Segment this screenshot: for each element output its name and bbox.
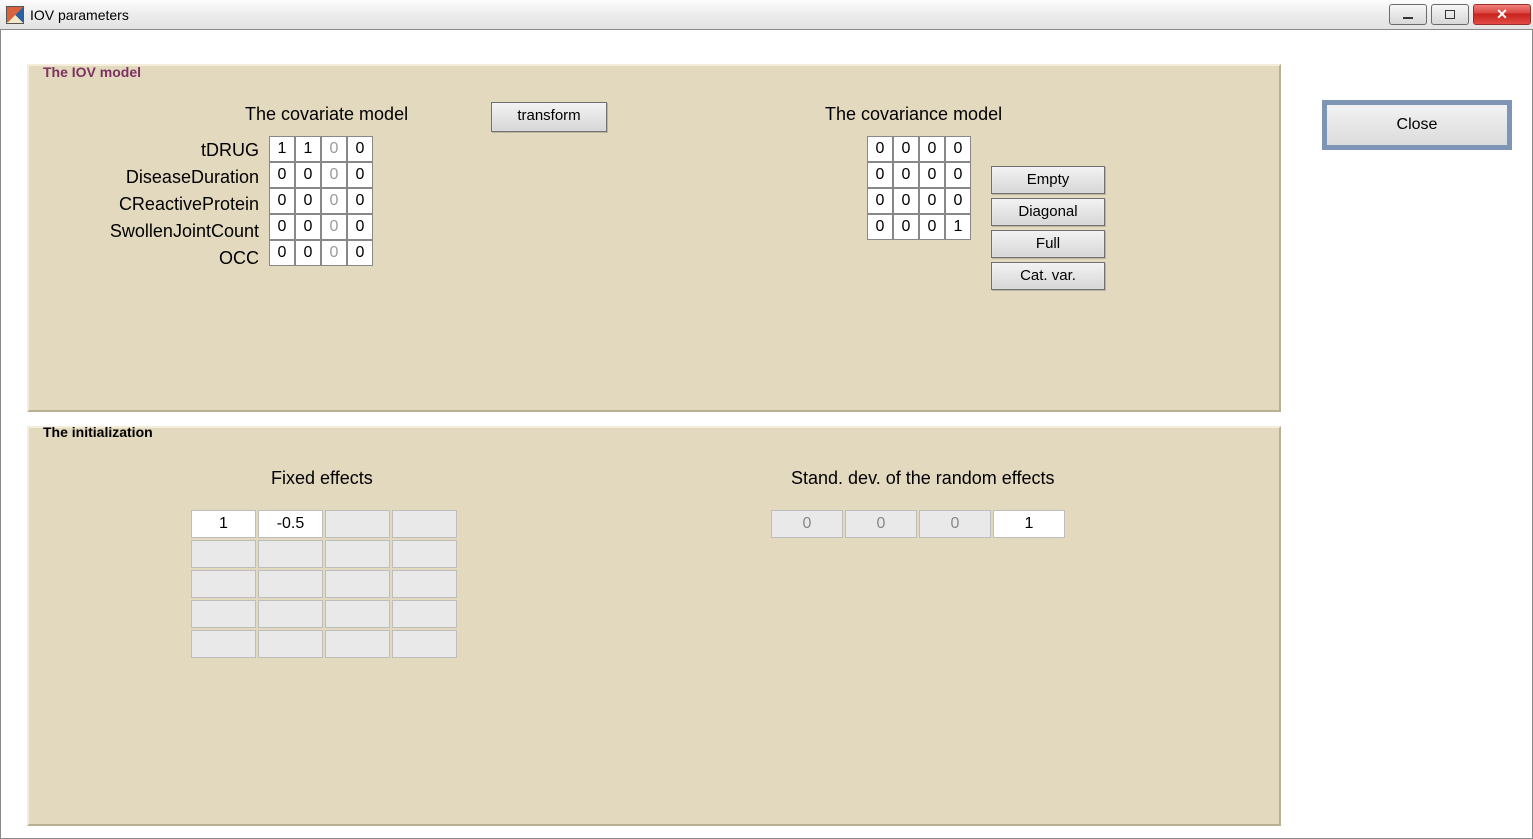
window-close-button[interactable]: ✕ [1473, 4, 1531, 25]
cov-cell[interactable]: 0 [321, 136, 347, 162]
covr-cell[interactable]: 0 [945, 162, 971, 188]
close-button[interactable]: Close [1322, 100, 1512, 150]
fe-cell[interactable] [392, 630, 457, 658]
fe-cell[interactable] [191, 570, 256, 598]
fe-cell[interactable] [325, 510, 390, 538]
covariance-heading: The covariance model [825, 104, 1002, 125]
cov-cell[interactable]: 0 [295, 240, 321, 266]
fe-cell[interactable] [392, 600, 457, 628]
cov-cell[interactable]: 0 [347, 214, 373, 240]
cov-row-label: CReactiveProtein [39, 194, 259, 215]
title-bar: IOV parameters ✕ [0, 0, 1533, 30]
fe-cell[interactable]: -0.5 [258, 510, 323, 538]
cov-cell[interactable]: 0 [347, 162, 373, 188]
covr-cell[interactable]: 0 [919, 162, 945, 188]
fe-cell[interactable] [191, 630, 256, 658]
initialization-frame: The initialization Fixed effects Stand. … [27, 426, 1281, 826]
covariate-heading: The covariate model [245, 104, 408, 125]
cov-cell[interactable]: 1 [269, 136, 295, 162]
fe-cell[interactable] [325, 570, 390, 598]
initialization-frame-title: The initialization [41, 424, 155, 440]
cov-cell[interactable]: 0 [321, 162, 347, 188]
covariate-grid[interactable]: 1 1 0 0 0 0 0 0 0 0 0 0 0 0 0 0 [269, 136, 373, 266]
sd-random-row[interactable]: 0 0 0 1 [769, 508, 1067, 540]
covr-cell[interactable]: 0 [867, 136, 893, 162]
maximize-button[interactable] [1431, 4, 1469, 25]
covr-cell[interactable]: 0 [945, 188, 971, 214]
covr-cell[interactable]: 0 [867, 188, 893, 214]
fe-cell[interactable] [325, 630, 390, 658]
fixed-effects-heading: Fixed effects [271, 468, 373, 489]
cat-var-button[interactable]: Cat. var. [991, 262, 1105, 290]
fe-cell[interactable] [392, 570, 457, 598]
cov-row-label: tDRUG [39, 140, 259, 161]
cov-cell[interactable]: 0 [347, 136, 373, 162]
cov-row-label: SwollenJointCount [39, 221, 259, 242]
covr-cell[interactable]: 0 [867, 162, 893, 188]
cov-cell[interactable]: 1 [295, 136, 321, 162]
client-area: Close The IOV model The covariate model … [0, 30, 1533, 839]
sd-random-heading: Stand. dev. of the random effects [791, 468, 1055, 489]
fe-cell[interactable] [392, 510, 457, 538]
iov-model-frame-title: The IOV model [41, 64, 143, 80]
iov-model-frame: The IOV model The covariate model transf… [27, 64, 1281, 412]
fe-cell[interactable] [392, 540, 457, 568]
cov-cell[interactable]: 0 [269, 240, 295, 266]
cov-cell[interactable]: 0 [269, 162, 295, 188]
covr-cell[interactable]: 0 [919, 136, 945, 162]
covr-cell[interactable]: 0 [893, 136, 919, 162]
cov-cell[interactable]: 0 [321, 240, 347, 266]
minimize-button[interactable] [1389, 4, 1427, 25]
diagonal-button[interactable]: Diagonal [991, 198, 1105, 226]
covr-cell[interactable]: 0 [893, 188, 919, 214]
fe-cell[interactable] [191, 600, 256, 628]
sd-cell[interactable]: 1 [993, 510, 1065, 538]
covr-cell[interactable]: 0 [893, 162, 919, 188]
window-title: IOV parameters [30, 7, 129, 23]
cov-row-label: OCC [39, 248, 259, 269]
covr-cell[interactable]: 0 [893, 214, 919, 240]
fe-cell[interactable]: 1 [191, 510, 256, 538]
covariance-grid[interactable]: 0 0 0 0 0 0 0 0 0 0 0 0 0 0 0 1 [867, 136, 971, 240]
fe-cell[interactable] [258, 600, 323, 628]
sd-cell[interactable]: 0 [845, 510, 917, 538]
fe-cell[interactable] [325, 600, 390, 628]
covr-cell[interactable]: 0 [945, 136, 971, 162]
fe-cell[interactable] [191, 540, 256, 568]
fe-cell[interactable] [258, 570, 323, 598]
covr-cell[interactable]: 0 [867, 214, 893, 240]
cov-cell[interactable]: 0 [347, 240, 373, 266]
cov-cell[interactable]: 0 [269, 214, 295, 240]
sd-cell[interactable]: 0 [919, 510, 991, 538]
covr-cell[interactable]: 1 [945, 214, 971, 240]
fe-cell[interactable] [325, 540, 390, 568]
fe-cell[interactable] [258, 630, 323, 658]
cov-cell[interactable]: 0 [295, 162, 321, 188]
cov-cell[interactable]: 0 [295, 214, 321, 240]
cov-row-label: DiseaseDuration [39, 167, 259, 188]
covr-cell[interactable]: 0 [919, 188, 945, 214]
transform-button[interactable]: transform [491, 102, 607, 132]
covr-cell[interactable]: 0 [919, 214, 945, 240]
cov-cell[interactable]: 0 [295, 188, 321, 214]
fixed-effects-grid[interactable]: 1 -0.5 [189, 508, 459, 660]
cov-cell[interactable]: 0 [321, 214, 347, 240]
empty-button[interactable]: Empty [991, 166, 1105, 194]
cov-cell[interactable]: 0 [269, 188, 295, 214]
app-icon [6, 6, 24, 24]
full-button[interactable]: Full [991, 230, 1105, 258]
cov-cell[interactable]: 0 [347, 188, 373, 214]
fe-cell[interactable] [258, 540, 323, 568]
sd-cell[interactable]: 0 [771, 510, 843, 538]
cov-cell[interactable]: 0 [321, 188, 347, 214]
